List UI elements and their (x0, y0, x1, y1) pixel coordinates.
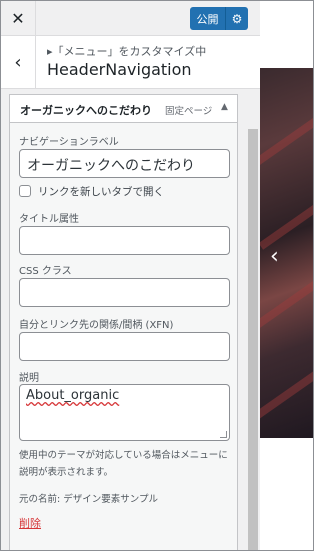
section-header: ‹ ▸「メニュー」をカスタマイズ中 HeaderNavigation (1, 36, 260, 89)
xfn-input[interactable] (19, 332, 230, 361)
site-preview[interactable]: ‹ (260, 68, 313, 438)
preview-pattern (260, 264, 313, 340)
breadcrumb: ▸「メニュー」をカスタマイズ中 (47, 45, 207, 58)
navigation-label-label: ナビゲーションラベル (19, 137, 119, 148)
preview-pattern (260, 94, 313, 170)
description-label: 説明 (19, 373, 39, 384)
preview-blank-area (260, 438, 313, 550)
customizer-window: ‹ ✕ 公開 ⚙ ‹ ▸「メニュー」をカスタマイズ中 HeaderNavigat… (0, 0, 314, 551)
navigation-label-value: オーガニックへのこだわり (27, 158, 195, 174)
customizer-sidebar: ✕ 公開 ⚙ ‹ ▸「メニュー」をカスタマイズ中 HeaderNavigatio… (1, 1, 260, 550)
open-new-tab-checkbox[interactable] (19, 185, 31, 197)
preview-pattern (260, 174, 313, 250)
scrollbar-thumb[interactable] (248, 129, 258, 550)
collapse-arrow-icon[interactable]: ▲ (221, 102, 228, 112)
original-name-label: 元の名前: (19, 494, 61, 505)
original-name: 元の名前: デザイン要素サンプル (19, 491, 158, 505)
description-help-text: 使用中のテーマが対応している場合はメニューに説明が表示されます。 (19, 450, 228, 478)
css-classes-label: CSS クラス (19, 266, 72, 277)
menu-item-panel: オーガニックへのこだわり 固定ページ ▲ ナビゲーションラベル オーガニックへの… (9, 94, 238, 550)
publish-button[interactable]: 公開 (190, 7, 225, 30)
description-textarea[interactable]: About_organic (19, 384, 230, 441)
preview-pattern (260, 344, 313, 420)
open-new-tab-label[interactable]: リンクを新しいタブで開く (38, 184, 164, 199)
title-attribute-input[interactable] (19, 226, 230, 255)
section-title: HeaderNavigation (47, 60, 192, 79)
menu-item-header[interactable]: オーガニックへのこだわり 固定ページ ▲ (10, 95, 237, 123)
original-name-link[interactable]: デザイン要素サンプル (63, 494, 158, 505)
xfn-label: 自分とリンク先の関係/間柄 (XFN) (19, 320, 174, 331)
gear-icon[interactable]: ⚙ (225, 7, 248, 30)
css-classes-input[interactable] (19, 278, 230, 307)
navigation-label-input[interactable]: オーガニックへのこだわり (19, 149, 230, 178)
customizer-topbar: ✕ 公開 ⚙ (1, 1, 260, 36)
menu-item-type: 固定ページ (165, 106, 213, 117)
menu-item-title: オーガニックへのこだわり (20, 104, 152, 117)
publish-group: 公開 ⚙ (190, 7, 248, 30)
delete-link[interactable]: 削除 (19, 515, 41, 531)
close-icon[interactable]: ✕ (1, 1, 36, 36)
description-value: About_organic (26, 388, 120, 403)
title-attribute-label: タイトル属性 (19, 214, 79, 225)
resize-handle-icon[interactable] (220, 431, 227, 438)
slider-prev-icon[interactable]: ‹ (270, 244, 279, 269)
back-icon[interactable]: ‹ (1, 36, 36, 89)
